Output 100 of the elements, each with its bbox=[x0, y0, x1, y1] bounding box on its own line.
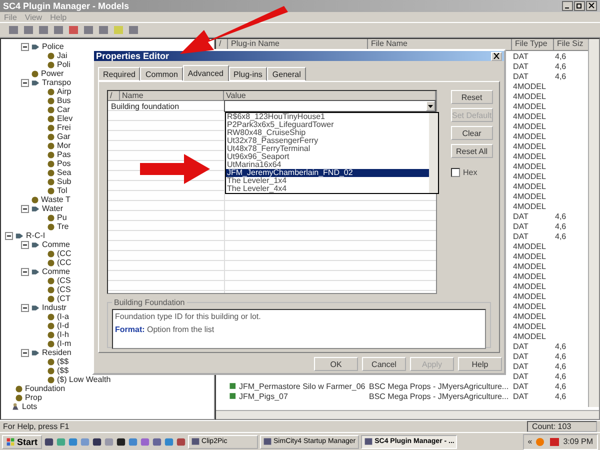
column-header[interactable]: Name bbox=[120, 91, 224, 101]
quick-launch-icon[interactable] bbox=[44, 436, 54, 446]
collapse-icon[interactable] bbox=[21, 268, 29, 276]
close-button[interactable] bbox=[491, 52, 502, 60]
dropdown-option[interactable]: Ut96x96_Seaport bbox=[226, 153, 429, 161]
tree-item-label[interactable]: (I-a bbox=[57, 312, 69, 321]
group-title: Building Foundation bbox=[113, 298, 186, 307]
tree-item-label[interactable]: Waste T bbox=[41, 195, 70, 204]
dropdown-option[interactable]: R$6x8_123HouTinyHouse1 bbox=[226, 113, 429, 121]
file-type-cell-text: 4MODEL bbox=[512, 242, 547, 250]
column-header[interactable]: Value bbox=[224, 91, 436, 101]
side-button[interactable]: Reset All bbox=[451, 144, 493, 158]
dropdown-option[interactable]: Ut32x78_PassengerFerry bbox=[226, 137, 429, 145]
dropdown-option[interactable]: RW80x48_CruiseShip bbox=[226, 129, 429, 137]
tab[interactable]: Advanced bbox=[182, 65, 229, 81]
quick-launch-icon[interactable] bbox=[116, 436, 126, 446]
tree-item-label[interactable]: ($$ bbox=[57, 366, 69, 375]
tree-item-label[interactable]: Industr bbox=[42, 303, 66, 312]
tree-item-label[interactable]: Pas bbox=[57, 150, 71, 159]
tree-item-label[interactable]: (CT bbox=[57, 294, 70, 303]
tree-item-label[interactable]: Sub bbox=[57, 177, 72, 186]
tree-item-label[interactable]: ($$ bbox=[57, 357, 69, 366]
scrollbar[interactable] bbox=[429, 113, 438, 193]
quick-launch-icon[interactable] bbox=[92, 436, 102, 446]
tray-icon[interactable] bbox=[535, 436, 546, 446]
tree-item-label[interactable]: (CS bbox=[57, 285, 71, 294]
tree-item-label[interactable]: Police bbox=[42, 42, 64, 51]
tree-item-label[interactable]: Comme bbox=[42, 267, 70, 276]
collapse-icon[interactable] bbox=[21, 304, 29, 312]
dropdown-option[interactable]: The Leveler_4x4 bbox=[226, 185, 429, 193]
tree-item-label[interactable]: Mor bbox=[57, 141, 71, 150]
tree-item-label[interactable]: (CC bbox=[57, 249, 72, 258]
scrollbar[interactable] bbox=[588, 39, 599, 407]
column-header[interactable]: File Siz bbox=[554, 39, 589, 51]
collapse-icon[interactable] bbox=[21, 348, 29, 356]
tree-item-label[interactable]: Foundation bbox=[25, 384, 66, 393]
dropdown-option[interactable]: JFM_JeremyChamberlain_FND_02 bbox=[226, 169, 429, 177]
file-type-cell-text: 4MODEL bbox=[512, 292, 547, 300]
collapse-icon[interactable] bbox=[21, 42, 29, 50]
tray-expand-toggle[interactable]: « bbox=[528, 437, 532, 446]
dialog-button[interactable]: Help bbox=[458, 357, 502, 371]
tree-item-label[interactable]: Power bbox=[41, 69, 64, 78]
dropdown-option[interactable]: The Leveler_1x4 bbox=[226, 177, 429, 185]
checkbox[interactable] bbox=[451, 168, 460, 177]
file-type-cell-text: 4MODEL bbox=[512, 202, 547, 210]
tree-item-label[interactable]: Residen bbox=[42, 348, 72, 357]
tree-item-label[interactable]: Prop bbox=[25, 393, 42, 402]
tree-item-label[interactable]: (CS bbox=[57, 276, 71, 285]
tree-item-label[interactable]: R-C-I bbox=[26, 231, 46, 240]
collapse-icon[interactable] bbox=[5, 232, 13, 240]
tree-item-label[interactable]: Pos bbox=[57, 159, 71, 168]
dialog-button[interactable]: Cancel bbox=[362, 357, 406, 371]
tree-item-label[interactable]: Frei bbox=[57, 123, 71, 132]
tree-item-label[interactable]: Car bbox=[57, 105, 70, 114]
tab[interactable]: Required bbox=[98, 67, 140, 81]
close-icon bbox=[493, 53, 500, 59]
tab[interactable]: Common bbox=[140, 67, 183, 81]
tree-item-label[interactable]: (CC bbox=[57, 258, 72, 267]
tree-item-label[interactable]: Sea bbox=[57, 168, 72, 177]
tree-item-label[interactable]: Jai bbox=[57, 51, 68, 60]
column-header[interactable]: File Type bbox=[512, 39, 554, 51]
start-button[interactable]: Start bbox=[2, 434, 42, 448]
tree-item-label[interactable]: Tre bbox=[57, 222, 69, 231]
side-button[interactable]: Reset bbox=[451, 90, 493, 104]
tree-item-label[interactable]: Airp bbox=[57, 87, 72, 96]
tree-item-label[interactable]: Pu bbox=[57, 213, 67, 222]
dropdown-option[interactable]: UtMarina16x64 bbox=[226, 161, 429, 169]
tree-item-label[interactable]: (I-d bbox=[57, 321, 69, 330]
value-dropdown[interactable] bbox=[224, 100, 436, 112]
tree-item-label[interactable]: Water bbox=[42, 204, 64, 213]
tree-item-label[interactable]: (I-m bbox=[57, 339, 72, 348]
tree-item-label[interactable]: Comme bbox=[42, 240, 70, 249]
minimize-icon[interactable] bbox=[562, 1, 573, 11]
dropdown-option[interactable]: Ut48x78_FerryTerminal bbox=[226, 145, 429, 153]
collapse-icon[interactable] bbox=[21, 204, 29, 212]
tree-item-label[interactable]: Elev bbox=[57, 114, 73, 123]
dialog-button[interactable]: OK bbox=[314, 357, 358, 371]
tree-item-label[interactable]: Gar bbox=[57, 132, 70, 141]
restore-icon[interactable] bbox=[574, 1, 585, 11]
dropdown-arrow-button[interactable] bbox=[426, 101, 435, 111]
dropdown-option[interactable]: P2Park3x6x5_LifeguardTower bbox=[226, 121, 429, 129]
property-name[interactable]: Building foundation bbox=[108, 102, 224, 110]
collapse-icon[interactable] bbox=[21, 240, 29, 248]
horizontal-scrollbar[interactable] bbox=[216, 410, 599, 419]
tray-icon[interactable] bbox=[549, 436, 560, 446]
side-button[interactable]: Clear bbox=[451, 126, 493, 140]
lot-icon bbox=[11, 402, 20, 411]
tree-item-label[interactable]: ($) Low Wealth bbox=[57, 375, 111, 384]
tree-item-label[interactable]: Lots bbox=[22, 402, 38, 411]
tree-item-label[interactable]: Transpo bbox=[42, 78, 72, 87]
collapse-icon[interactable] bbox=[21, 78, 29, 86]
tree-item-label[interactable]: Poli bbox=[57, 60, 70, 69]
tree-item-label[interactable]: Tol bbox=[57, 186, 68, 195]
column-header[interactable]: / bbox=[108, 91, 120, 101]
tab[interactable]: Plug-ins bbox=[228, 67, 268, 81]
tab[interactable]: General bbox=[267, 67, 306, 81]
file-size-cell-text: 4,6 bbox=[554, 212, 568, 220]
tree-item-label[interactable]: (I-h bbox=[57, 330, 69, 339]
close-icon[interactable] bbox=[586, 1, 597, 11]
tree-item-label[interactable]: Bus bbox=[57, 96, 71, 105]
